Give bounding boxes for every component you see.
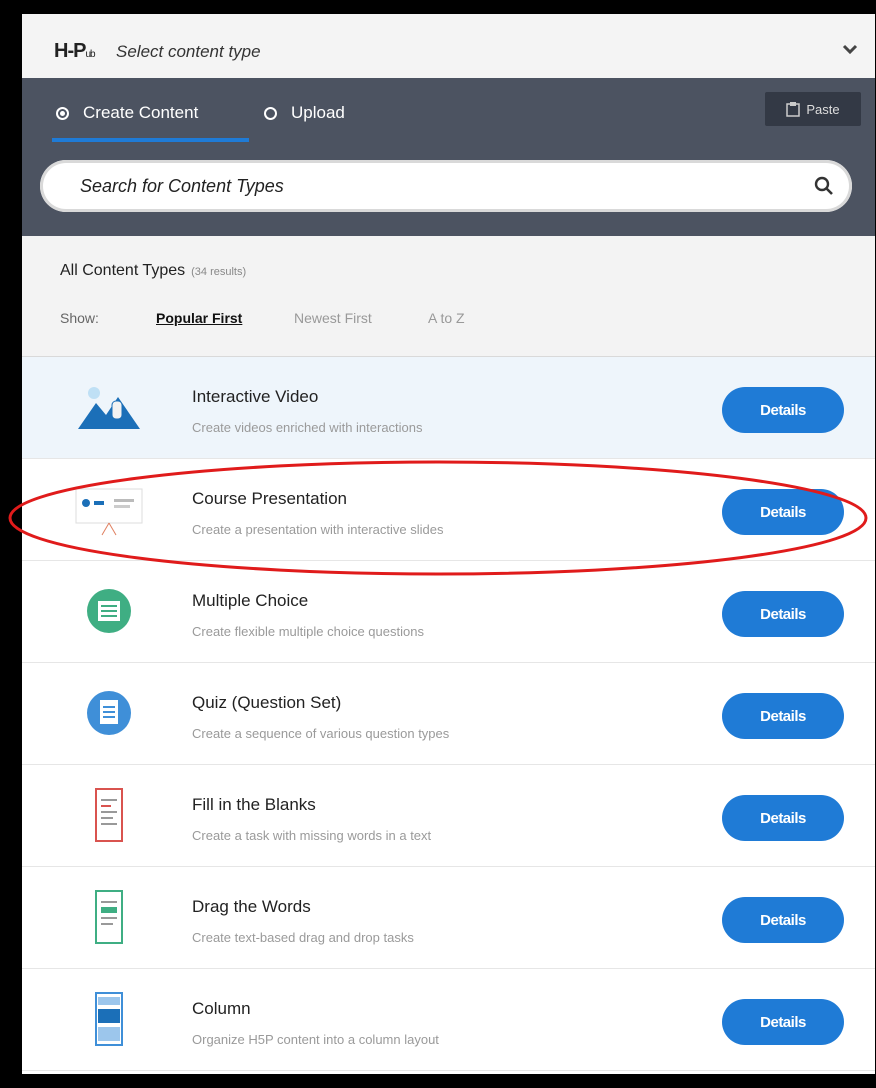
item-description: Organize H5P content into a column layou… — [192, 1032, 439, 1047]
drag-the-words-icon — [95, 890, 123, 944]
list-item[interactable]: Multiple Choice Create flexible multiple… — [22, 561, 875, 663]
active-tab-indicator — [52, 138, 249, 142]
interactive-video-icon — [78, 387, 140, 429]
h5p-logo: H-Pub — [54, 40, 96, 63]
search-band: Search for Content Types — [22, 146, 875, 236]
list-item[interactable]: Course Presentation Create a presentatio… — [22, 459, 875, 561]
paste-label: Paste — [806, 101, 840, 117]
item-description: Create videos enriched with interactions — [192, 420, 423, 435]
tab-bar: Create Content Upload Paste — [22, 78, 875, 146]
details-button[interactable]: Details — [722, 693, 844, 739]
clipboard-icon — [786, 102, 801, 117]
filter-bar: All Content Types (34 results) Show: Popu… — [22, 236, 875, 357]
item-description: Create a task with missing words in a te… — [192, 828, 432, 843]
logo-suffix: ub — [85, 49, 95, 60]
sort-a-to-z[interactable]: A to Z — [428, 310, 465, 326]
course-presentation-icon — [75, 488, 143, 536]
list-item[interactable]: Interactive Video Create videos enriched… — [22, 357, 875, 459]
logo-text: H-P — [54, 40, 86, 62]
show-label: Show: — [60, 310, 99, 326]
question-set-icon — [87, 691, 131, 735]
radio-empty-icon — [264, 106, 277, 120]
list-item[interactable]: Fill in the Blanks Create a task with mi… — [22, 765, 875, 867]
item-title: Column — [192, 999, 251, 1018]
search-placeholder: Search for Content Types — [80, 175, 284, 196]
chevron-down-icon[interactable] — [841, 42, 859, 56]
list-item[interactable]: Drag the Words Create text-based drag an… — [22, 867, 875, 969]
radio-selected-icon — [56, 106, 69, 120]
details-button[interactable]: Details — [722, 387, 844, 433]
list-item[interactable]: Column Organize H5P content into a colum… — [22, 969, 875, 1071]
search-icon[interactable] — [814, 176, 834, 196]
content-type-list: Interactive Video Create videos enriched… — [22, 357, 875, 1071]
details-button[interactable]: Details — [722, 795, 844, 841]
all-content-types-heading: All Content Types (34 results) — [60, 262, 246, 280]
item-title: Course Presentation — [192, 489, 347, 508]
tab-upload[interactable]: Upload — [264, 98, 345, 128]
item-description: Create a sequence of various question ty… — [192, 726, 450, 741]
item-description: Create flexible multiple choice question… — [192, 624, 424, 639]
content-hub: H-Pub Select content type Create Content… — [22, 14, 875, 1074]
paste-button[interactable]: Paste — [765, 92, 861, 126]
fill-in-the-blanks-icon — [95, 788, 123, 842]
column-icon — [95, 992, 123, 1046]
item-title: Multiple Choice — [192, 591, 309, 610]
multiple-choice-icon — [87, 589, 131, 633]
item-title: Fill in the Blanks — [192, 795, 316, 814]
item-description: Create a presentation with interactive s… — [192, 522, 444, 537]
details-button[interactable]: Details — [722, 999, 844, 1045]
item-title: Drag the Words — [192, 897, 311, 916]
sort-popular-first[interactable]: Popular First — [156, 310, 242, 326]
result-count: (34 results) — [191, 266, 247, 278]
tab-upload-label: Upload — [291, 103, 345, 122]
item-title: Quiz (Question Set) — [192, 693, 342, 712]
tab-create-label: Create Content — [83, 103, 199, 122]
details-button[interactable]: Details — [722, 591, 844, 637]
heading-text: All Content Types — [60, 262, 186, 279]
item-description: Create text-based drag and drop tasks — [192, 930, 414, 945]
details-button[interactable]: Details — [722, 897, 844, 943]
tab-create-content[interactable]: Create Content — [56, 98, 198, 128]
list-item[interactable]: Quiz (Question Set) Create a sequence of… — [22, 663, 875, 765]
sort-newest-first[interactable]: Newest First — [294, 310, 372, 326]
hub-header[interactable]: H-Pub Select content type — [22, 14, 875, 79]
details-button[interactable]: Details — [722, 489, 844, 535]
select-content-type-title[interactable]: Select content type — [116, 42, 261, 62]
search-input[interactable]: Search for Content Types — [40, 160, 852, 212]
item-title: Interactive Video — [192, 387, 319, 406]
